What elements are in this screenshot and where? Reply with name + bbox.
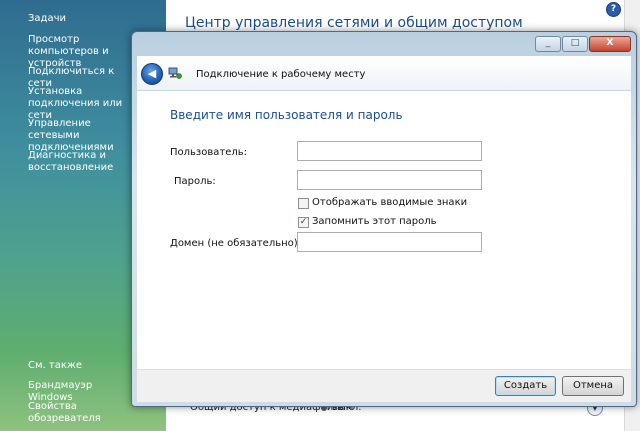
create-button[interactable]: Создать xyxy=(495,376,556,396)
back-button[interactable]: ◀ xyxy=(141,63,163,85)
arrow-left-icon: ◀ xyxy=(147,67,157,80)
sidebar-item-setup-connection[interactable]: Установка подключения или сети xyxy=(28,86,136,122)
password-label: Пароль: xyxy=(174,176,216,187)
dialog-caption: Подключение к рабочему месту xyxy=(196,69,366,80)
help-icon[interactable]: ? xyxy=(606,2,621,17)
sidebar-heading-tasks: Задачи xyxy=(28,13,66,24)
sidebar-item-diagnose[interactable]: Диагностика и восстановление xyxy=(28,150,136,174)
connect-to-workplace-dialog: _ □ X ◀ Подключение к рабочему месту Вве… xyxy=(131,31,637,407)
network-icon xyxy=(168,67,182,79)
close-button[interactable]: X xyxy=(589,36,631,52)
show-characters-label: Отображать вводимые знаки xyxy=(312,197,468,208)
sidebar-link-internet-options[interactable]: Свойства обозревателя xyxy=(28,401,136,425)
maximize-button[interactable]: □ xyxy=(562,36,588,52)
sidebar-item-manage-connections[interactable]: Управление сетевыми подключениями xyxy=(28,118,136,154)
sidebar-heading-see-also: См. также xyxy=(28,360,83,371)
dialog-heading: Введите имя пользователя и пароль xyxy=(170,108,403,122)
cancel-button[interactable]: Отмена xyxy=(562,376,624,396)
show-characters-checkbox[interactable] xyxy=(298,198,309,209)
dialog-body: Введите имя пользователя и пароль Пользо… xyxy=(137,91,631,369)
user-field[interactable] xyxy=(297,141,482,161)
password-field[interactable] xyxy=(297,170,482,190)
dialog-footer: Создать Отмена xyxy=(137,369,631,402)
remember-password-label: Запомнить этот пароль xyxy=(312,216,437,227)
domain-label: Домен (не обязательно): xyxy=(170,238,302,249)
user-label: Пользователь: xyxy=(170,147,248,158)
minimize-button[interactable]: _ xyxy=(535,36,561,52)
sidebar-item-view-computers[interactable]: Просмотр компьютеров и устройств xyxy=(28,34,136,70)
domain-field[interactable] xyxy=(297,232,482,252)
window-controls: _ □ X xyxy=(535,36,631,52)
page-title: Центр управления сетями и общим доступом xyxy=(185,15,523,31)
remember-password-checkbox[interactable]: ✓ xyxy=(298,217,309,228)
